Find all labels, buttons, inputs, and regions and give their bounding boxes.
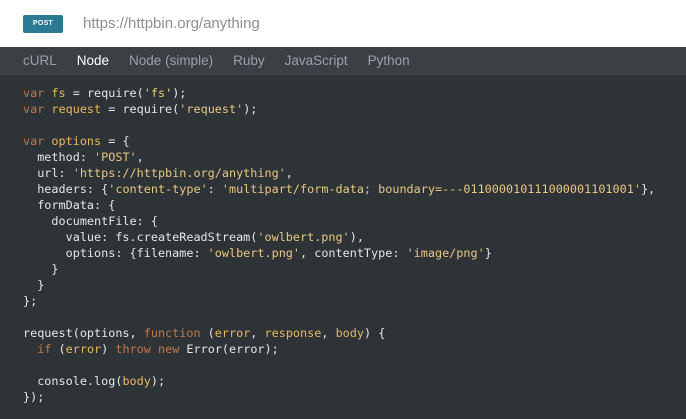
code-token: method: <box>23 150 95 164</box>
code-line: value: fs.createReadStream('owlbert.png'… <box>23 229 686 245</box>
code-token: , <box>250 326 265 340</box>
code-token: var <box>23 134 52 148</box>
tab-ruby[interactable]: Ruby <box>233 47 265 75</box>
code-token: } <box>23 262 59 276</box>
tab-node[interactable]: Node <box>77 47 109 75</box>
code-token: = require( <box>101 102 180 116</box>
code-token: request <box>51 102 102 116</box>
code-token: Error(error); <box>186 342 279 356</box>
code-token: }; <box>23 294 38 308</box>
code-line: formData: { <box>23 197 686 213</box>
code-line: } <box>23 261 686 277</box>
code-token: ( <box>58 342 66 356</box>
code-token: ), <box>349 230 364 244</box>
code-line: request(options, function (error, respon… <box>23 325 686 341</box>
code-token: ); <box>172 86 187 100</box>
code-token: 'content-type' <box>108 182 208 196</box>
code-token: error <box>65 342 102 356</box>
code-snippet: var fs = require('fs'); var request = req… <box>0 75 686 405</box>
code-block: var fs = require('fs'); var request = req… <box>0 75 686 419</box>
code-token: fs <box>51 86 66 100</box>
code-token: var <box>23 102 52 116</box>
code-line: var fs = require('fs'); <box>23 85 686 101</box>
code-line: documentFile: { <box>23 213 686 229</box>
code-token: = { <box>101 134 130 148</box>
code-token: body <box>335 326 364 340</box>
tab-javascript[interactable]: JavaScript <box>285 47 348 75</box>
code-token: url: <box>23 166 73 180</box>
code-token: options: {filename: <box>23 246 208 260</box>
code-token: 'multipart/form-data; boundary=---011000… <box>221 182 641 196</box>
http-method-badge: POST <box>23 14 63 33</box>
code-token: var <box>23 86 52 100</box>
code-token: 'owlbert.png' <box>207 246 301 260</box>
code-line: if (error) throw new Error(error); <box>23 341 686 357</box>
code-token: 'POST' <box>94 150 137 164</box>
code-token: , <box>285 166 293 180</box>
code-token: formData: { <box>23 198 116 212</box>
code-token: error <box>214 326 251 340</box>
code-token: value: fs.createReadStream( <box>23 230 258 244</box>
code-token: ( <box>207 326 215 340</box>
code-token: : <box>207 182 222 196</box>
code-token: ) { <box>363 326 386 340</box>
code-token: 'request' <box>179 102 244 116</box>
tab-node-simple[interactable]: Node (simple) <box>129 47 213 75</box>
code-token: request(options, <box>23 326 144 340</box>
code-token: 'image/png' <box>406 246 485 260</box>
code-token: 'owlbert.png' <box>257 230 350 244</box>
code-line: var request = require('request'); <box>23 101 686 117</box>
code-token: } <box>23 278 45 292</box>
tab-python[interactable]: Python <box>368 47 410 75</box>
code-token: , <box>321 326 336 340</box>
code-line: } <box>23 277 686 293</box>
code-line: headers: {'content-type': 'multipart/for… <box>23 181 686 197</box>
code-token: }, <box>640 182 656 196</box>
code-token: 'fs' <box>143 86 173 100</box>
code-line: }; <box>23 293 686 309</box>
code-token: } <box>484 246 492 260</box>
tab-curl[interactable]: cURL <box>23 47 57 75</box>
code-token: = require( <box>65 86 144 100</box>
code-token: , <box>136 150 144 164</box>
code-token: , contentType: <box>300 246 407 260</box>
code-line: options: {filename: 'owlbert.png', conte… <box>23 245 686 261</box>
code-token: function <box>143 326 208 340</box>
language-tabs: cURL Node Node (simple) Ruby JavaScript Pytho… <box>0 47 686 75</box>
code-token: ); <box>150 374 166 388</box>
code-token: console.log( <box>23 374 123 388</box>
code-line: console.log(body); <box>23 373 686 389</box>
request-url: https://httpbin.org/anything <box>83 15 260 32</box>
code-token: }); <box>23 390 45 404</box>
code-token: documentFile: { <box>23 214 158 228</box>
code-token: ); <box>243 102 258 116</box>
code-line: }); <box>23 389 686 405</box>
code-token: 'https://httpbin.org/anything' <box>72 166 286 180</box>
code-token: response <box>264 326 322 340</box>
code-token: headers: { <box>23 182 109 196</box>
code-token: ) <box>101 342 116 356</box>
code-token: throw new <box>115 342 187 356</box>
code-token: if <box>37 342 59 356</box>
code-line: var options = { <box>23 133 686 149</box>
code-line: url: 'https://httpbin.org/anything', <box>23 165 686 181</box>
code-token: body <box>122 374 151 388</box>
code-token: options <box>51 134 102 148</box>
code-line: method: 'POST', <box>23 149 686 165</box>
request-url-bar: POST https://httpbin.org/anything <box>0 0 686 47</box>
